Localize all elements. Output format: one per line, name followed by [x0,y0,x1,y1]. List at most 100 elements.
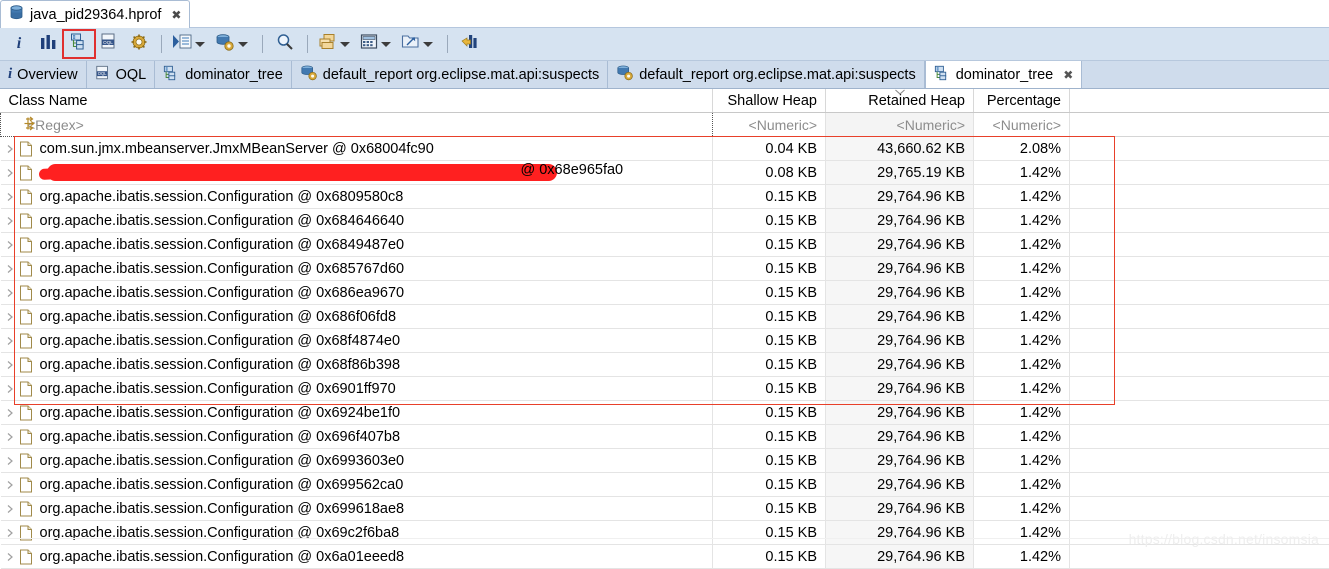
cell-class-name[interactable]: org.apache.ibatis.session.Configuration … [0,472,713,497]
cell-shallow-heap: 0.15 KB [712,496,826,521]
filter-percentage[interactable]: <Numeric> [973,112,1070,137]
table-row[interactable]: org.apache.ibatis.session.Configuration … [0,448,1329,473]
table-row[interactable]: org.apache.ibatis.session.Configuration … [0,376,1329,401]
cell-retained-heap: 29,764.96 KB [825,232,974,257]
table-row[interactable]: org.apache.ibatis.session.Configuration … [0,184,1329,209]
cell-class-name[interactable]: org.apache.ibatis.session.Configuration … [0,520,713,545]
cell-class-name[interactable]: org.apache.ibatis.session.Configuration … [0,304,713,329]
table-row[interactable]: org.apache.ibatis.session.Configuration … [0,280,1329,305]
column-header-shallow-heap[interactable]: Shallow Heap [712,89,826,113]
cell-percentage: 1.42% [973,496,1070,521]
table-row[interactable]: @ 0x68e965fa0 0.08 KB 29,765.19 KB 1.42% [0,160,1329,185]
table-row[interactable]: com.sun.jmx.mbeanserver.JmxMBeanServer @… [0,136,1329,161]
cell-class-name[interactable]: org.apache.ibatis.session.Configuration … [0,448,713,473]
expand-arrow-icon[interactable] [1,384,19,394]
cell-class-name[interactable]: org.apache.ibatis.session.Configuration … [0,328,713,353]
histogram-button[interactable] [34,31,64,57]
table-row[interactable]: org.apache.ibatis.session.Configuration … [0,208,1329,233]
tab-label: Overview [17,66,78,83]
cell-class-name[interactable]: org.apache.ibatis.session.Configuration … [0,184,713,209]
settings-button[interactable] [124,31,154,57]
table-row[interactable]: org.apache.ibatis.session.Configuration … [0,328,1329,353]
chevron-down-icon[interactable] [238,41,248,47]
column-header-percentage[interactable]: Percentage [973,89,1070,113]
tab-dominator-tree-1[interactable]: dominator_tree [155,61,292,88]
cell-filler [1069,448,1329,473]
report-icon [616,64,634,85]
calculator-icon [360,33,378,55]
cell-class-name[interactable]: org.apache.ibatis.session.Configuration … [0,376,713,401]
expand-arrow-icon[interactable] [1,168,19,178]
table-row[interactable]: org.apache.ibatis.session.Configuration … [0,256,1329,281]
chevron-down-icon[interactable] [423,41,433,47]
cell-class-name[interactable]: org.apache.ibatis.session.Configuration … [0,280,713,305]
expand-arrow-icon[interactable] [1,216,19,226]
expand-arrow-icon[interactable] [1,336,19,346]
cell-class-name[interactable]: @ 0x68e965fa0 [0,160,713,185]
table-row[interactable]: org.apache.ibatis.session.Configuration … [0,232,1329,257]
group-by-button[interactable] [315,31,357,57]
cell-class-name[interactable]: org.apache.ibatis.session.Configuration … [0,424,713,449]
table-row[interactable]: org.apache.ibatis.session.Configuration … [0,472,1329,497]
dominator-tree-button[interactable] [62,29,96,59]
expand-arrow-icon[interactable] [1,528,19,538]
find-button[interactable] [270,31,300,57]
cell-class-name[interactable]: com.sun.jmx.mbeanserver.JmxMBeanServer @… [0,136,713,161]
cell-class-name[interactable]: org.apache.ibatis.session.Configuration … [0,208,713,233]
chevron-down-icon[interactable] [195,41,205,47]
filter-shallow-heap[interactable]: <Numeric> [712,112,826,137]
chevron-down-icon[interactable] [381,41,391,47]
export-button[interactable] [398,31,440,57]
cell-class-name[interactable]: org.apache.ibatis.session.Configuration … [0,496,713,521]
cell-class-name[interactable]: org.apache.ibatis.session.Configuration … [0,352,713,377]
cell-retained-heap: 29,764.96 KB [825,328,974,353]
cell-class-name[interactable]: org.apache.ibatis.session.Configuration … [0,400,713,425]
editor-tab-hprof[interactable]: java_pid29364.hprof ✖ [0,0,191,28]
column-header-retained-heap[interactable]: Retained Heap [825,89,974,113]
compare-button[interactable] [455,31,485,57]
expand-arrow-icon[interactable] [1,192,19,202]
calculator-button[interactable] [357,31,398,57]
run-expert-system-button[interactable] [169,31,212,57]
expand-arrow-icon[interactable] [1,288,19,298]
tab-dominator-tree-active[interactable]: dominator_tree ✖ [924,61,1083,88]
filter-retained-heap[interactable]: <Numeric> [825,112,974,137]
expand-arrow-icon[interactable] [1,432,19,442]
oql-button[interactable]: OQL [94,31,124,57]
cell-shallow-heap: 0.04 KB [712,136,826,161]
table-row[interactable]: org.apache.ibatis.session.Configuration … [0,496,1329,521]
cell-class-name[interactable]: org.apache.ibatis.session.Configuration … [0,232,713,257]
expand-arrow-icon[interactable] [1,504,19,514]
tab-default-report-2[interactable]: default_report org.eclipse.mat.api:suspe… [608,61,925,88]
info-icon: i [8,66,13,82]
info-button[interactable]: i [4,31,34,57]
query-browser-button[interactable] [212,31,255,57]
cell-class-name[interactable]: org.apache.ibatis.session.Configuration … [0,256,713,281]
close-icon[interactable]: ✖ [171,8,181,22]
expand-arrow-icon[interactable] [1,240,19,250]
cell-class-name[interactable]: org.apache.ibatis.session.Configuration … [0,544,713,569]
tab-overview[interactable]: i Overview [0,61,87,88]
column-header-class-name[interactable]: Class Name [0,89,713,113]
expand-arrow-icon[interactable] [1,360,19,370]
tab-oql[interactable]: OQL OQL [86,61,156,88]
expand-arrow-icon[interactable] [1,264,19,274]
filter-class-name[interactable]: <Regex> [0,112,713,137]
table-row[interactable]: org.apache.ibatis.session.Configuration … [0,304,1329,329]
cell-shallow-heap: 0.15 KB [712,232,826,257]
table-row[interactable]: org.apache.ibatis.session.Configuration … [0,424,1329,449]
class-name-label: org.apache.ibatis.session.Configuration … [39,260,405,277]
expand-arrow-icon[interactable] [1,408,19,418]
expand-arrow-icon[interactable] [1,312,19,322]
expand-arrow-icon[interactable] [1,456,19,466]
close-icon[interactable]: ✖ [1063,68,1073,82]
tab-default-report-1[interactable]: default_report org.eclipse.mat.api:suspe… [291,61,609,88]
chevron-down-icon[interactable] [340,41,350,47]
table-row[interactable]: org.apache.ibatis.session.Configuration … [0,352,1329,377]
table-row[interactable]: org.apache.ibatis.session.Configuration … [0,544,1329,569]
expand-arrow-icon[interactable] [1,480,19,490]
table-row[interactable]: org.apache.ibatis.session.Configuration … [0,400,1329,425]
expand-arrow-icon[interactable] [1,144,19,154]
cell-percentage: 1.42% [973,256,1070,281]
expand-arrow-icon[interactable] [1,552,19,562]
